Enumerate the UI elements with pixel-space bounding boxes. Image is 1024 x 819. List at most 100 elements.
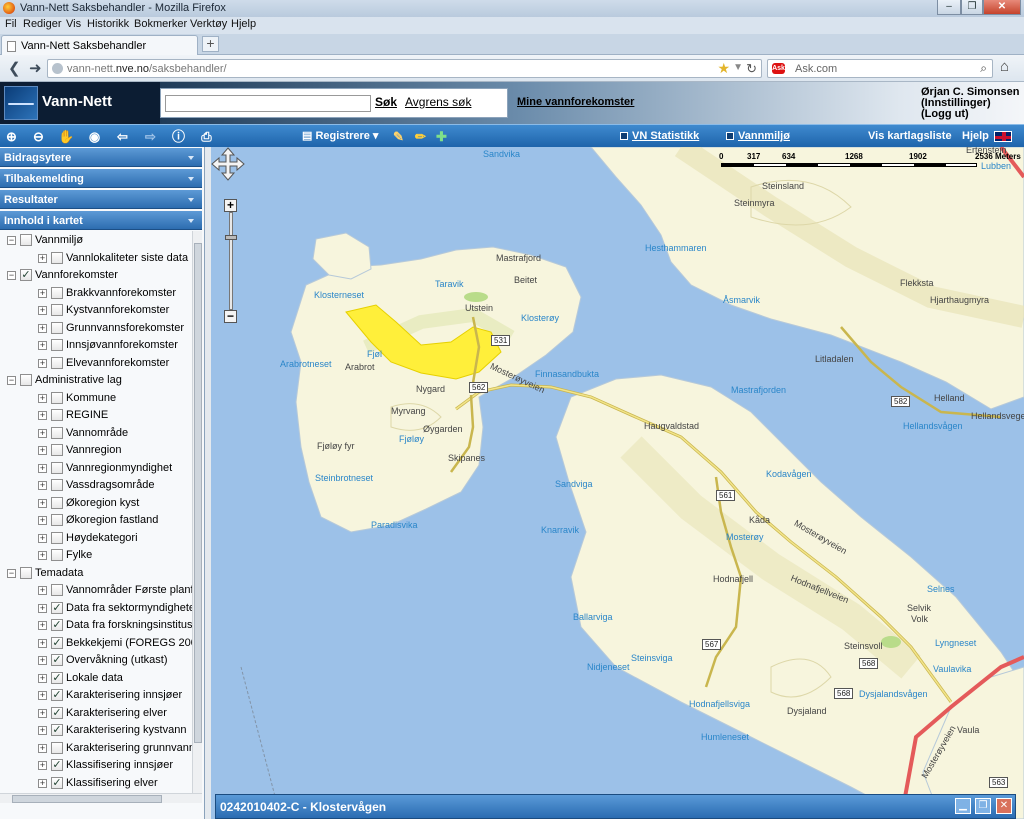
help-link[interactable]: Hjelp	[962, 130, 989, 142]
zoom-out-icon[interactable]: ⊖	[30, 128, 47, 145]
zoom-thumb[interactable]	[225, 235, 237, 240]
layer-checkbox[interactable]	[51, 321, 63, 334]
expand-icon[interactable]: +	[38, 428, 47, 438]
expand-icon[interactable]: +	[38, 463, 47, 473]
expand-icon[interactable]: +	[38, 603, 47, 613]
layer-checkbox[interactable]: ✓	[51, 776, 63, 789]
layer-checkbox[interactable]	[51, 531, 63, 544]
menu-bokmerker[interactable]: Bokmerker	[134, 18, 187, 30]
layer-checkbox[interactable]	[51, 356, 63, 369]
pan-hand-icon[interactable]: ✋	[58, 128, 75, 145]
layer-checkbox[interactable]	[51, 461, 63, 474]
layer-checkbox[interactable]: ✓	[51, 654, 63, 666]
layer-checkbox[interactable]	[51, 514, 63, 526]
expand-icon[interactable]: +	[38, 743, 47, 753]
register-menu[interactable]: ▤ Registrere ▾	[302, 129, 378, 142]
layer-checkbox[interactable]	[51, 426, 63, 439]
layer-checkbox[interactable]: ✓	[51, 759, 63, 771]
layer-checkbox[interactable]	[51, 286, 63, 299]
expand-icon[interactable]: +	[38, 621, 47, 630]
url-bar[interactable]: vann-nett.nve.no/saksbehandler/ ★ ▼ ↻	[47, 59, 762, 78]
ask-engine-icon[interactable]: Ask	[772, 63, 785, 74]
expand-icon[interactable]: +	[38, 446, 47, 455]
layer-checkbox[interactable]	[51, 741, 63, 754]
layer-checkbox[interactable]: ✓	[51, 636, 63, 649]
search-button[interactable]: Søk	[375, 95, 397, 109]
bookmark-star-icon[interactable]: ★	[717, 60, 730, 77]
vn-statistikk-link[interactable]: VN Statistikk	[620, 130, 699, 142]
maximize-button[interactable]: ❐	[961, 0, 983, 15]
collapse-icon[interactable]: −	[7, 568, 16, 578]
zoom-out-button[interactable]: −	[224, 310, 237, 323]
search-input[interactable]	[165, 95, 371, 112]
back-icon[interactable]: ❮	[8, 59, 21, 77]
add-object-icon[interactable]: ✚	[433, 128, 450, 145]
menu-hjelp[interactable]: Hjelp	[231, 18, 256, 30]
previous-extent-icon[interactable]: ⇦	[114, 128, 131, 145]
tab-vann-nett[interactable]: Vann-Nett Saksbehandler	[1, 35, 198, 55]
expand-icon[interactable]: +	[38, 533, 47, 543]
layer-checkbox[interactable]	[51, 444, 63, 456]
draw-pencil-icon[interactable]: ✏	[412, 128, 429, 145]
expand-icon[interactable]: +	[38, 673, 47, 683]
map-view[interactable]: 0 317 634 1268 1902 2536 Meters + − Sand…	[211, 147, 1024, 819]
minimize-panel-icon[interactable]: ▁	[955, 798, 971, 814]
sidebar-horizontal-scrollbar[interactable]	[0, 793, 202, 803]
minimize-button[interactable]: –	[937, 0, 961, 15]
uk-flag-icon[interactable]	[994, 131, 1012, 142]
vannmiljo-link[interactable]: Vannmiljø	[726, 130, 790, 142]
expand-icon[interactable]: +	[38, 586, 47, 595]
panel-resultater[interactable]: Resultater	[0, 190, 202, 209]
expand-icon[interactable]: +	[38, 708, 47, 718]
refine-search-link[interactable]: Avgrens søk	[405, 95, 471, 109]
layer-checkbox[interactable]	[51, 496, 63, 509]
layer-checkbox[interactable]: ✓	[51, 671, 63, 684]
layer-checkbox[interactable]: ✓	[51, 689, 63, 701]
layer-checkbox[interactable]	[51, 391, 63, 404]
layer-checkbox[interactable]	[20, 374, 32, 386]
expand-icon[interactable]: +	[38, 691, 47, 700]
home-icon[interactable]: ⌂	[1000, 58, 1009, 75]
menu-vis[interactable]: Vis	[66, 18, 81, 30]
zoom-in-button[interactable]: +	[224, 199, 237, 212]
expand-icon[interactable]: +	[38, 656, 47, 665]
layer-checkbox[interactable]: ✓	[51, 619, 63, 631]
reload-icon[interactable]: ↻	[746, 61, 757, 77]
zoom-in-icon[interactable]: ⊕	[3, 128, 20, 145]
panel-innhold-i-kartet[interactable]: Innhold i kartet	[0, 211, 202, 230]
menu-fil[interactable]: Fil	[5, 18, 17, 30]
panel-bidragsytere[interactable]: Bidragsytere	[0, 148, 202, 167]
restore-panel-icon[interactable]: ❐	[975, 798, 991, 814]
layer-list-link[interactable]: Vis kartlagsliste	[868, 130, 952, 142]
expand-icon[interactable]: +	[38, 341, 47, 350]
forward-icon[interactable]: ➜	[29, 59, 42, 77]
zoom-extent-icon[interactable]: ◉	[86, 128, 103, 145]
expand-icon[interactable]: +	[38, 498, 47, 508]
expand-icon[interactable]: +	[38, 323, 47, 333]
expand-icon[interactable]: +	[38, 551, 47, 560]
search-icon[interactable]: ⌕	[980, 61, 987, 76]
layer-checkbox[interactable]	[51, 339, 63, 351]
expand-icon[interactable]: +	[38, 411, 47, 420]
zoom-track[interactable]	[229, 212, 233, 310]
collapse-icon[interactable]: −	[7, 271, 16, 280]
panel-tilbakemelding[interactable]: Tilbakemelding	[0, 169, 202, 188]
layer-checkbox[interactable]	[20, 566, 32, 579]
expand-icon[interactable]: +	[38, 288, 47, 298]
scroll-thumb[interactable]	[12, 795, 162, 803]
info-icon[interactable]: ⓘ	[170, 128, 187, 145]
expand-icon[interactable]: +	[38, 253, 47, 263]
layer-checkbox[interactable]	[51, 549, 63, 561]
layer-checkbox[interactable]: ✓	[51, 724, 63, 736]
layer-checkbox[interactable]	[51, 304, 63, 316]
logout-link[interactable]: (Logg ut)	[921, 109, 1019, 120]
search-bar[interactable]: Ask Ask.com ⌕	[767, 59, 993, 78]
expand-icon[interactable]: +	[38, 516, 47, 525]
chevron-down-icon[interactable]: ▼	[733, 62, 743, 73]
sidebar-vertical-scrollbar[interactable]	[192, 231, 202, 793]
menu-rediger[interactable]: Rediger	[23, 18, 62, 30]
my-waterbodies-link[interactable]: Mine vannforekomster	[517, 96, 634, 108]
collapse-icon[interactable]: −	[7, 376, 16, 385]
print-icon[interactable]: ⎙	[198, 128, 215, 145]
expand-icon[interactable]: +	[38, 778, 47, 788]
